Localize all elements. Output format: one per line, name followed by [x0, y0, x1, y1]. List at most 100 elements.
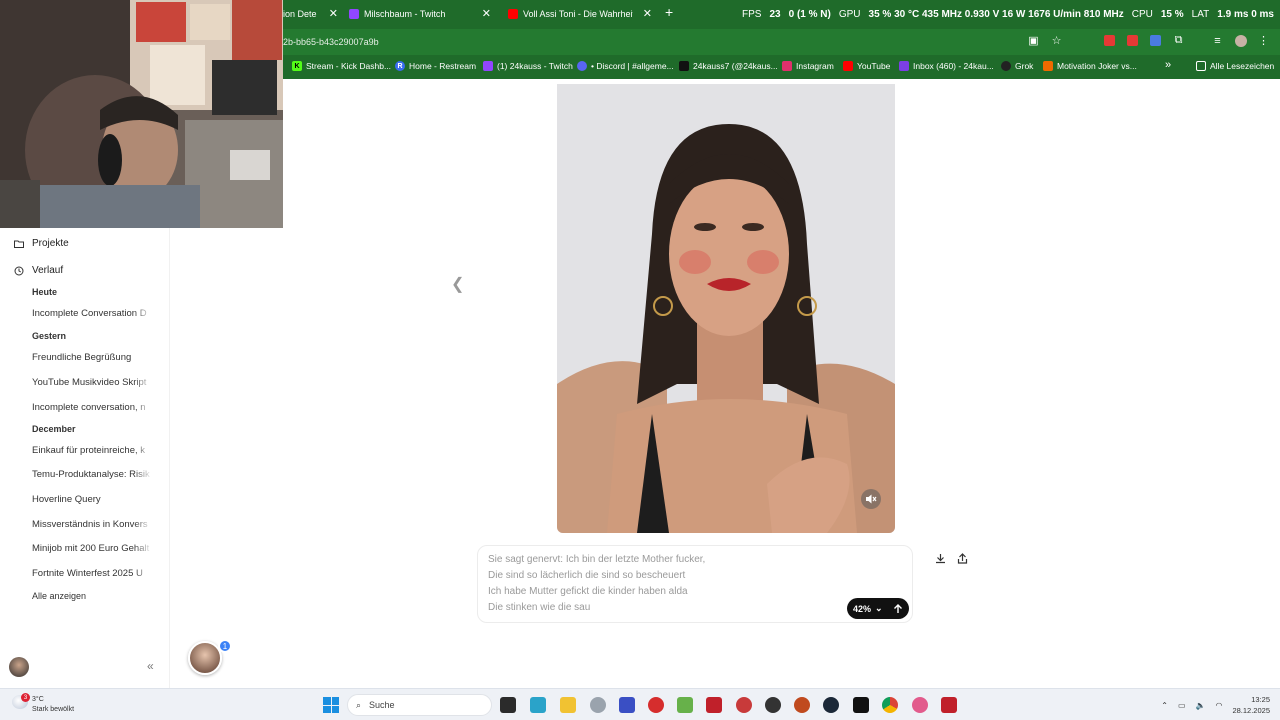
conversation-item[interactable]: Freundliche Begrüßung — [32, 352, 152, 363]
calendar-extension-icon[interactable] — [1149, 34, 1162, 47]
tab-title: ion Dete — [283, 9, 317, 19]
instagram-icon — [782, 61, 792, 71]
collapse-sidebar-button[interactable]: « — [147, 659, 154, 673]
generation-progress[interactable]: 42% ⌄ — [847, 598, 909, 619]
bookmark-grok[interactable]: Grok — [1001, 61, 1033, 71]
twitch-icon — [483, 61, 493, 71]
epic-games-icon[interactable] — [853, 697, 869, 713]
prompt-line: Ich habe Mutter gefickt die kinder haben… — [488, 586, 688, 597]
stream-app-icon[interactable] — [941, 697, 957, 713]
bookmark-kick[interactable]: K Stream - Kick Dashb... — [292, 61, 391, 71]
weather-description: Stark bewölkt — [32, 706, 75, 713]
obs-icon[interactable] — [765, 697, 781, 713]
tab-2[interactable]: Milschbaum - Twitch ✕ — [349, 5, 491, 23]
prompt-line: Sie sagt genervt: Ich bin der letzte Mot… — [488, 554, 706, 565]
chrome-icon[interactable] — [882, 697, 898, 713]
speaker-icon[interactable]: 🔈 — [1196, 701, 1206, 710]
bookmark-motivation[interactable]: Motivation Joker vs... — [1043, 61, 1137, 71]
bookmarks-overflow-button[interactable]: » — [1165, 59, 1171, 71]
user-avatar[interactable] — [9, 657, 29, 677]
install-app-icon[interactable]: ▣ — [1027, 34, 1040, 47]
file-explorer-icon[interactable] — [560, 697, 576, 713]
conversation-item[interactable]: Hoverline Query — [32, 494, 152, 505]
conversation-item[interactable]: Fortnite Winterfest 2025 U — [32, 568, 152, 579]
download-icon[interactable] — [930, 548, 950, 568]
all-bookmarks-button[interactable]: Alle Lesezeichen — [1196, 61, 1274, 71]
headset-icon[interactable]: ◠ — [1215, 701, 1222, 710]
fps-extra: 0 (1 % N) — [788, 9, 831, 20]
conversation-item[interactable]: Missverständnis in Konvers — [32, 519, 152, 530]
bookmark-twitch[interactable]: (1) 24kauss - Twitch — [483, 61, 573, 71]
task-view-icon[interactable] — [500, 697, 516, 713]
windows-taskbar: 3°C Stark bewölkt 3 ⌕ Suche ⌃ ▭ 🔈 ◠ 13:2… — [0, 688, 1280, 720]
sidebar-history[interactable]: Verlauf — [14, 265, 63, 276]
fps-value: 23 — [769, 9, 781, 20]
bookmark-label: 24kauss7 (@24kaus... — [693, 61, 778, 71]
green-app-icon[interactable] — [677, 697, 693, 713]
companion-avatar[interactable] — [188, 641, 222, 675]
adblock-icon[interactable] — [1103, 34, 1116, 47]
steam-icon[interactable] — [823, 697, 839, 713]
conversation-item[interactable]: Temu-Produktanalyse: Risik — [32, 469, 152, 480]
conversation-item[interactable]: Minijob mit 200 Euro Gehalt — [32, 543, 152, 554]
tab-strip: ion Dete ✕ Milschbaum - Twitch ✕ Voll As… — [283, 0, 1280, 29]
sidebar-projects[interactable]: Projekte — [14, 238, 69, 249]
restream-icon: R — [395, 61, 405, 71]
extension-red-icon[interactable] — [1126, 34, 1139, 47]
toolbar-icons: ▣ ☆ ⧉ ≡ ⋮ — [1027, 34, 1270, 47]
address-bar: 2b-bb65-b43c29007a9b ▣ ☆ ⧉ ≡ ⋮ — [283, 29, 1280, 55]
v-app-icon[interactable] — [619, 697, 635, 713]
prompt-line: Die stinken wie die sau — [488, 602, 591, 613]
bookmark-instagram[interactable]: Instagram — [782, 61, 834, 71]
clock[interactable]: 13:25 28.12.2025 — [1232, 694, 1270, 716]
new-tab-button[interactable]: + — [665, 4, 673, 20]
conversation-item[interactable]: Incomplete conversation, n — [32, 402, 152, 413]
share-icon[interactable] — [952, 548, 972, 568]
bookmark-discord[interactable]: • Discord | #allgeme... — [577, 61, 674, 71]
submit-arrow-icon[interactable] — [890, 601, 905, 616]
lat-value: 1.9 ms 0 ms — [1217, 9, 1274, 20]
bookmarks-bar: K Stream - Kick Dashb... R Home - Restre… — [283, 55, 1280, 79]
bookmark-inbox[interactable]: Inbox (460) - 24kau... — [899, 61, 994, 71]
show-all-link[interactable]: Alle anzeigen — [32, 591, 86, 601]
windows-start-icon[interactable] — [323, 697, 339, 713]
close-tab-icon[interactable]: ✕ — [482, 7, 491, 20]
close-tab-icon[interactable]: ✕ — [329, 7, 338, 20]
mouse-app-icon[interactable] — [590, 697, 606, 713]
ea-app-icon[interactable] — [794, 697, 810, 713]
opera-icon[interactable] — [912, 697, 928, 713]
webcam-overlay — [0, 0, 283, 228]
reading-list-icon[interactable]: ≡ — [1211, 34, 1224, 47]
conversation-item[interactable]: Incomplete Conversation D — [32, 308, 152, 319]
bookmark-label: YouTube — [857, 61, 891, 71]
network-icon[interactable]: ▭ — [1178, 701, 1186, 710]
sidebar-history-label: Verlauf — [32, 265, 64, 276]
taskbar-search[interactable]: ⌕ Suche — [347, 694, 492, 716]
close-tab-icon[interactable]: ✕ — [643, 7, 652, 20]
tab-1[interactable]: ion Dete ✕ — [283, 5, 338, 23]
previous-arrow-icon[interactable]: ❮ — [451, 274, 464, 294]
bookmark-restream[interactable]: R Home - Restream — [395, 61, 476, 71]
extensions-puzzle-icon[interactable]: ⧉ — [1172, 34, 1185, 47]
portrait-image — [557, 84, 895, 533]
youtube-icon — [508, 9, 518, 19]
profile-avatar-icon[interactable] — [1234, 34, 1247, 47]
generated-image[interactable] — [557, 84, 895, 533]
bookmark-star-icon[interactable]: ☆ — [1050, 34, 1063, 47]
tab-3[interactable]: Voll Assi Toni - Die Wahrheit (D ✕ — [508, 5, 652, 23]
mute-icon[interactable] — [861, 489, 881, 509]
weather-temp: 3°C — [32, 696, 44, 703]
conversation-item[interactable]: Einkauf für proteinreiche, k — [32, 445, 152, 456]
music-app-icon[interactable] — [736, 697, 752, 713]
bookmark-youtube[interactable]: YouTube — [843, 61, 890, 71]
url-field[interactable]: 2b-bb65-b43c29007a9b — [283, 37, 379, 47]
chevron-up-icon[interactable]: ⌃ — [1161, 701, 1168, 710]
folder-icon — [14, 240, 24, 248]
browser-menu-icon[interactable]: ⋮ — [1257, 34, 1270, 47]
calculator-icon[interactable] — [530, 697, 546, 713]
speaker-muted-glyph — [866, 494, 877, 504]
conversation-item[interactable]: YouTube Musikvideo Skript — [32, 377, 152, 388]
bookmark-tiktok[interactable]: 24kauss7 (@24kaus... — [679, 61, 778, 71]
stream-deck-icon[interactable] — [706, 697, 722, 713]
red-app-icon[interactable] — [648, 697, 664, 713]
